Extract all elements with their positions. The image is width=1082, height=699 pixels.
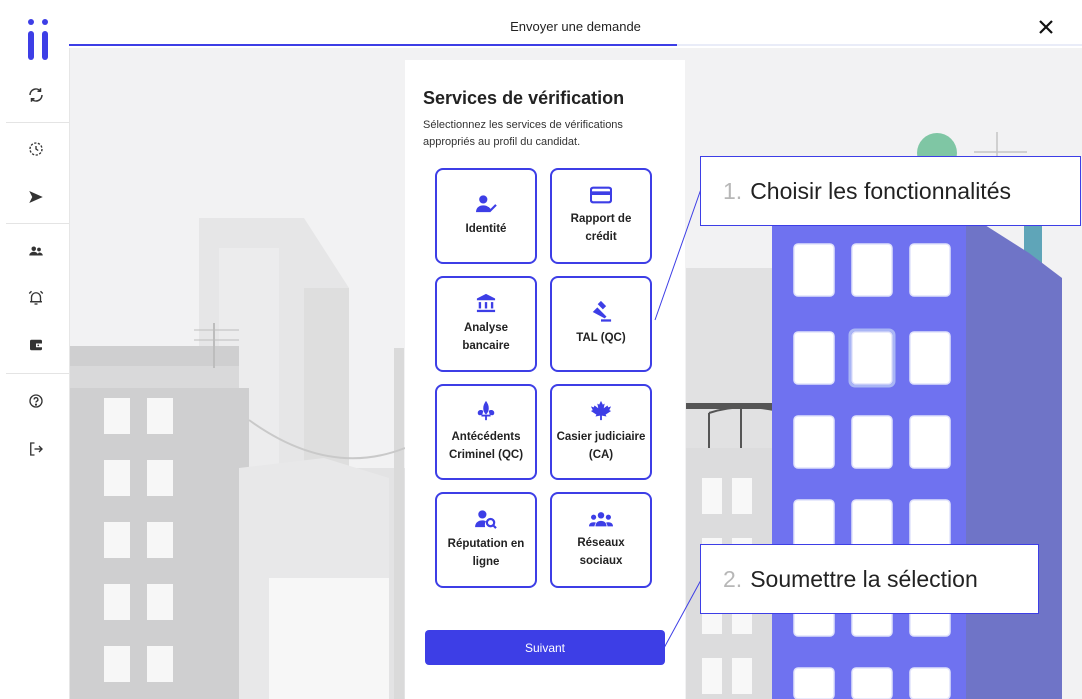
service-label: Réputation en ligne	[447, 538, 525, 568]
service-card-reputation-en-ligne[interactable]: Réputation en ligne	[435, 492, 537, 588]
top-bar: Envoyer une demande	[69, 0, 1082, 48]
section-title: Services de vérification	[423, 88, 625, 108]
callout-choose-features: 1. Choisir les fonctionnalités	[700, 156, 1081, 226]
user-search-icon	[475, 510, 497, 529]
callout-text: Choisir les fonctionnalités	[750, 177, 1011, 204]
service-label: Identité	[465, 223, 507, 235]
user-check-icon	[476, 195, 497, 213]
close-icon[interactable]	[1036, 17, 1056, 37]
callout-text: Soumettre la sélection	[750, 565, 978, 592]
bank-icon	[476, 293, 496, 313]
section-subtitle: Sélectionnez les services de vérificatio…	[423, 119, 623, 148]
progress-bar	[69, 44, 1082, 46]
logout-icon[interactable]	[24, 437, 48, 461]
service-card-rapport-credit[interactable]: Rapport de crédit	[550, 168, 652, 264]
fleur-de-lis-icon	[477, 400, 495, 421]
gavel-icon	[592, 301, 612, 322]
app-logo[interactable]	[26, 19, 50, 63]
verification-panel: Services de vérification Sélectionnez le…	[405, 60, 685, 699]
history-clock-icon[interactable]	[24, 137, 48, 161]
service-card-analyse-bancaire[interactable]: Analyse bancaire	[435, 276, 537, 372]
callout-number: 1.	[723, 177, 743, 204]
alarm-bell-icon[interactable]	[24, 286, 48, 310]
sidebar	[0, 0, 70, 699]
sidebar-divider	[6, 122, 69, 123]
service-card-antecedents-criminel[interactable]: Antécédents Criminel (QC)	[435, 384, 537, 480]
service-label: Réseaux sociaux	[577, 537, 625, 567]
send-icon[interactable]	[24, 185, 48, 209]
refresh-icon[interactable]	[24, 83, 48, 107]
service-card-tal[interactable]: TAL (QC)	[550, 276, 652, 372]
service-label: Casier judiciaire (CA)	[556, 431, 646, 461]
sidebar-divider	[6, 223, 69, 224]
maple-leaf-icon	[590, 400, 612, 421]
users-icon[interactable]	[24, 239, 48, 263]
service-card-identite[interactable]: Identité	[435, 168, 537, 264]
callout-number: 2.	[723, 565, 743, 592]
service-label: Antécédents Criminel (QC)	[448, 431, 524, 461]
credit-card-icon	[590, 186, 612, 204]
service-card-casier-judiciaire[interactable]: Casier judiciaire (CA)	[550, 384, 652, 480]
callout-submit-selection: 2. Soumettre la sélection	[700, 544, 1039, 614]
help-icon[interactable]	[24, 389, 48, 413]
service-card-reseaux-sociaux[interactable]: Réseaux sociaux	[550, 492, 652, 588]
page-title: Envoyer une demande	[510, 19, 641, 34]
next-button[interactable]: Suivant	[425, 630, 665, 665]
sidebar-divider	[6, 373, 69, 374]
progress-fill	[69, 44, 677, 46]
wallet-icon[interactable]	[24, 333, 48, 357]
service-label: TAL (QC)	[576, 332, 626, 344]
service-label: Analyse bancaire	[462, 322, 510, 352]
group-icon	[589, 512, 613, 527]
service-label: Rapport de crédit	[570, 213, 632, 243]
